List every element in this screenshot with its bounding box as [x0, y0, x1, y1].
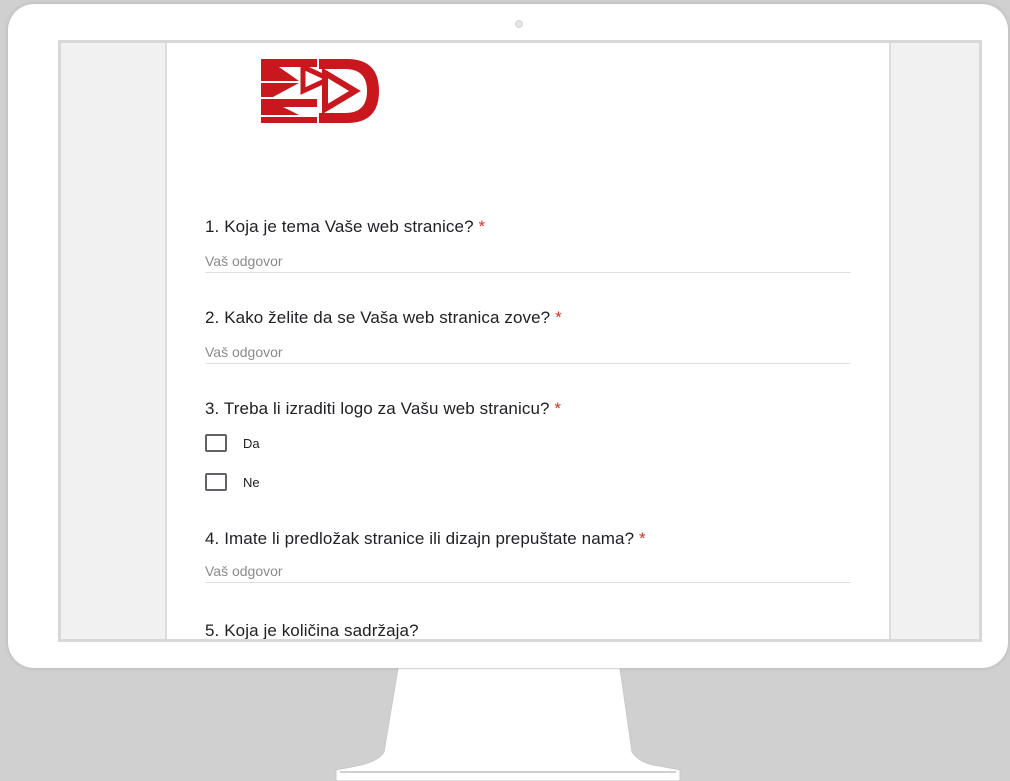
checkbox-option-ne[interactable]: Ne: [205, 473, 260, 491]
question-2-text: 2. Kako želite da se Vaša web stranica z…: [205, 308, 551, 327]
answer-input-4[interactable]: Vaš odgovor: [205, 563, 851, 583]
question-2: 2. Kako želite da se Vaša web stranica z…: [205, 308, 562, 328]
monitor-frame: 1. Koja je tema Vaše web stranice? * Vaš…: [8, 4, 1008, 668]
checkbox-option-da[interactable]: Da: [205, 434, 260, 452]
question-1-text: 1. Koja je tema Vaše web stranice?: [205, 217, 474, 236]
question-5: 5. Koja je količina sadržaja?: [205, 621, 419, 640]
question-5-text: 5. Koja je količina sadržaja?: [205, 621, 419, 640]
required-asterisk: *: [555, 308, 562, 327]
question-4-text: 4. Imate li predložak stranice ili dizaj…: [205, 529, 635, 548]
required-asterisk: *: [478, 217, 486, 236]
question-3-text: 3. Treba li izraditi logo za Vašu web st…: [205, 399, 550, 418]
option-label: Da: [243, 435, 260, 451]
answer-placeholder: Vaš odgovor: [205, 253, 283, 269]
question-1: 1. Koja je tema Vaše web stranice? *: [205, 217, 485, 237]
question-3: 3. Treba li izraditi logo za Vašu web st…: [205, 399, 561, 419]
required-asterisk: *: [638, 529, 646, 548]
answer-placeholder: Vaš odgovor: [205, 344, 283, 360]
answer-input-1[interactable]: Vaš odgovor: [205, 253, 851, 273]
answer-input-2[interactable]: Vaš odgovor: [205, 344, 851, 364]
question-4: 4. Imate li predložak stranice ili dizaj…: [205, 529, 646, 549]
form-sheet: 1. Koja je tema Vaše web stranice? * Vaš…: [165, 43, 891, 640]
checkbox[interactable]: [205, 473, 227, 491]
camera-dot: [515, 20, 523, 28]
required-asterisk: *: [554, 399, 562, 418]
answer-placeholder: Vaš odgovor: [205, 563, 283, 579]
option-label: Ne: [243, 474, 260, 490]
checkbox[interactable]: [205, 434, 227, 452]
screen: 1. Koja je tema Vaše web stranice? * Vaš…: [58, 40, 982, 642]
dd-crown-logo-icon: [261, 59, 379, 123]
